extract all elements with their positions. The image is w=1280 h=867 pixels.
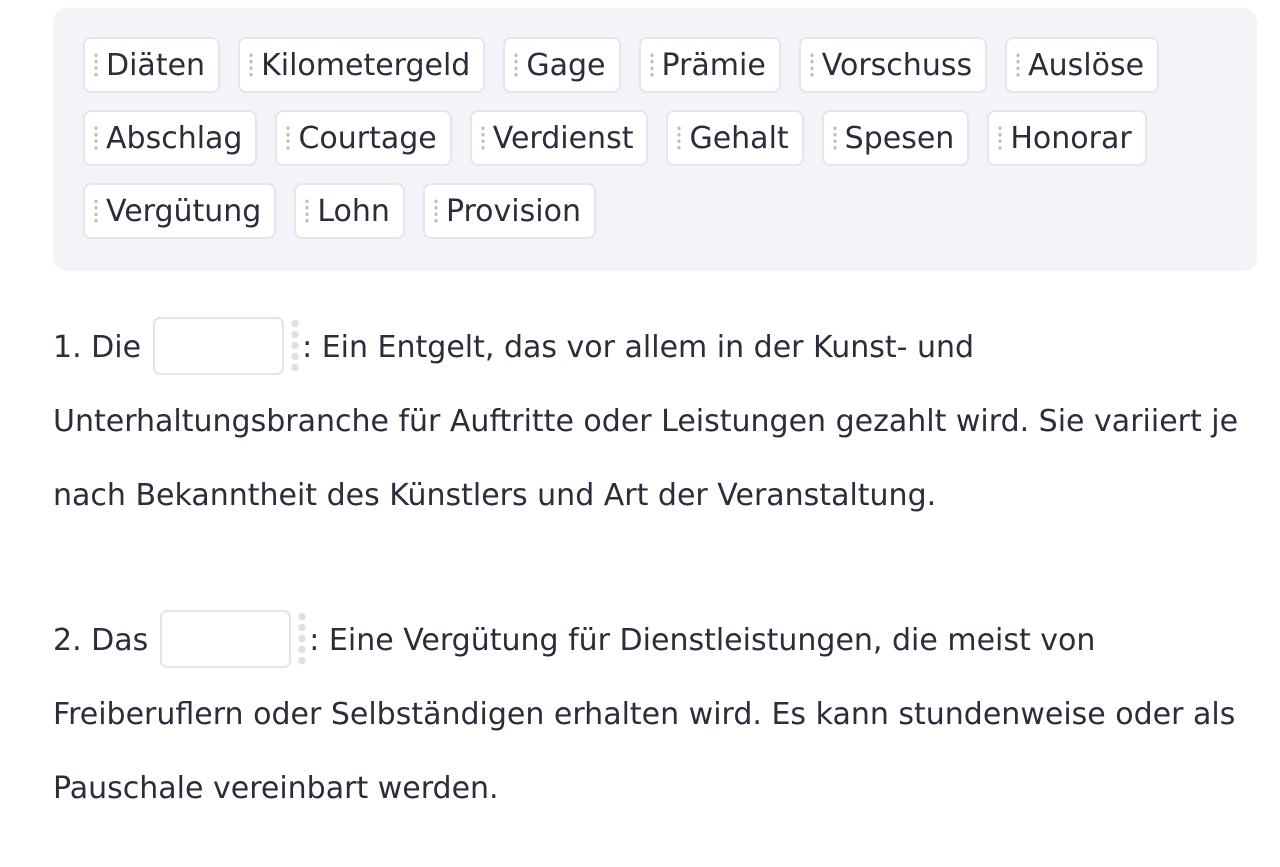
word-bank-row: Diäten Kilometergeld Gage Prämie Vorschu… — [83, 37, 1257, 93]
drag-grip-icon — [249, 52, 254, 78]
chip-label: Prämie — [661, 47, 766, 83]
word-bank-row: Abschlag Courtage Verdienst Gehalt Spese… — [83, 110, 1257, 166]
word-chip-diaeten[interactable]: Diäten — [83, 37, 221, 93]
chip-label: Vergütung — [106, 193, 262, 229]
chip-label: Gehalt — [689, 120, 789, 156]
question-prefix: 1. Die — [53, 330, 142, 365]
word-chip-honorar[interactable]: Honorar — [987, 110, 1147, 166]
word-chip-spesen[interactable]: Spesen — [821, 110, 970, 166]
chip-label: Lohn — [317, 193, 390, 229]
chip-label: Verdienst — [492, 120, 634, 156]
chip-label: Honorar — [1010, 120, 1132, 156]
chip-label: Vorschuss — [821, 47, 973, 83]
word-chip-vorschuss[interactable]: Vorschuss — [798, 37, 988, 93]
word-chip-abschlag[interactable]: Abschlag — [83, 110, 258, 166]
drag-grip-icon — [286, 125, 291, 151]
drag-grip-icon — [94, 52, 98, 78]
drag-grip-icon — [433, 198, 438, 224]
chip-label: Gage — [526, 47, 606, 83]
chip-label: Kilometergeld — [261, 47, 471, 83]
drag-grip-icon — [94, 198, 98, 224]
word-bank-row: Vergütung Lohn Provision — [83, 183, 1257, 239]
exercise-page: Diäten Kilometergeld Gage Prämie Vorschu… — [0, 0, 1280, 867]
chip-label: Courtage — [298, 120, 437, 156]
word-chip-praemie[interactable]: Prämie — [638, 37, 781, 93]
answer-drop-slot[interactable] — [160, 609, 292, 668]
drag-grip-icon — [1016, 52, 1021, 78]
word-chip-lohn[interactable]: Lohn — [294, 183, 405, 239]
drag-grip-icon — [480, 125, 485, 151]
drag-grip-icon — [514, 52, 519, 78]
question-prefix: 2. Das — [53, 623, 149, 658]
word-chip-verguetung[interactable]: Vergütung — [83, 183, 277, 239]
word-chip-verdienst[interactable]: Verdienst — [469, 110, 649, 166]
drag-grip-icon — [649, 52, 654, 78]
chip-label: Diäten — [106, 47, 206, 83]
question-1: 1. Die: Ein Entgelt, das vor allem in de… — [53, 311, 1257, 533]
chip-label: Auslöse — [1028, 47, 1145, 83]
chip-label: Provision — [445, 193, 581, 229]
word-chip-provision[interactable]: Provision — [422, 183, 596, 239]
word-chip-courtage[interactable]: Courtage — [275, 110, 452, 166]
drag-handle-icon[interactable] — [290, 317, 301, 374]
answer-drop-slot[interactable] — [153, 316, 285, 375]
drag-grip-icon — [677, 125, 682, 151]
word-chip-ausloese[interactable]: Auslöse — [1005, 37, 1160, 93]
word-chip-gehalt[interactable]: Gehalt — [666, 110, 804, 166]
drag-grip-icon — [809, 52, 814, 78]
word-bank: Diäten Kilometergeld Gage Prämie Vorschu… — [53, 8, 1257, 271]
word-chip-kilometergeld[interactable]: Kilometergeld — [238, 37, 486, 93]
word-chip-gage[interactable]: Gage — [503, 37, 621, 93]
question-2: 2. Das: Eine Vergütung für Dienstleistun… — [53, 604, 1257, 826]
drag-grip-icon — [832, 125, 837, 151]
drag-grip-icon — [94, 125, 98, 151]
chip-label: Abschlag — [106, 120, 243, 156]
chip-label: Spesen — [844, 120, 955, 156]
drag-grip-icon — [305, 198, 310, 224]
drag-handle-icon[interactable] — [297, 610, 308, 667]
drag-grip-icon — [998, 125, 1003, 151]
